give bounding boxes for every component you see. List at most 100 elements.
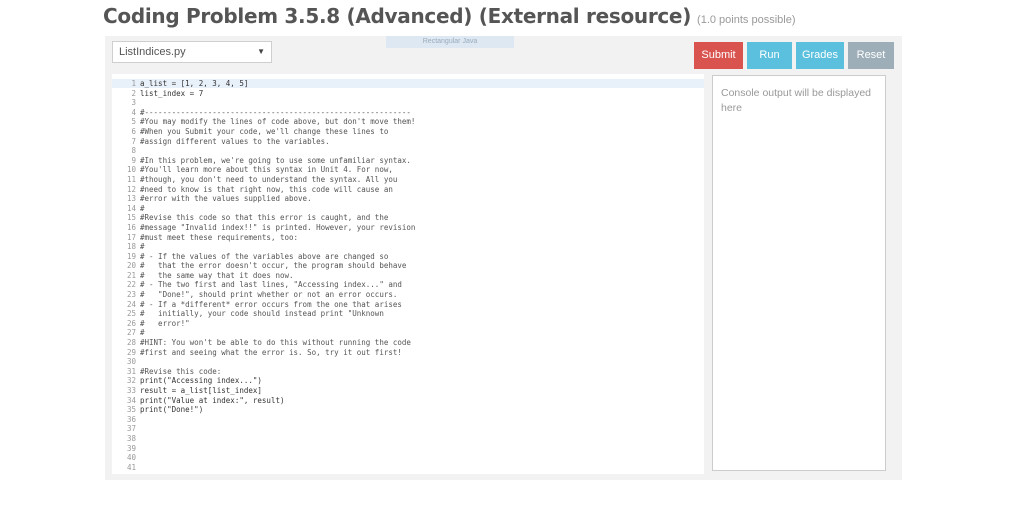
run-button[interactable]: Run bbox=[747, 42, 792, 69]
code-line[interactable]: 2 list_index = 7 bbox=[112, 89, 415, 99]
file-select-dropdown[interactable]: ListIndices.py ▼ bbox=[112, 41, 272, 63]
code-text[interactable]: #In this problem, we're going to use som… bbox=[140, 156, 411, 166]
code-line[interactable]: 39 bbox=[112, 444, 415, 454]
code-line[interactable]: 27 # bbox=[112, 328, 415, 338]
code-line[interactable]: 17 #must meet these requirements, too: bbox=[112, 233, 415, 243]
line-number: 8 bbox=[131, 146, 136, 156]
code-line[interactable]: 40 bbox=[112, 453, 415, 463]
code-line[interactable]: 32 print("Accessing index...") bbox=[112, 376, 415, 386]
code-line[interactable]: 15 #Revise this code so that this error i… bbox=[112, 213, 415, 223]
code-line[interactable]: 9 #In this problem, we're going to use so… bbox=[112, 156, 415, 166]
code-editor[interactable]: 1 a_list = [1, 2, 3, 4, 5] 2 list_index = 7… bbox=[112, 74, 704, 474]
reset-button[interactable]: Reset bbox=[848, 42, 894, 69]
code-line[interactable]: 30 bbox=[112, 357, 415, 367]
code-line[interactable]: 10 #You'll learn more about this syntax i… bbox=[112, 165, 415, 175]
code-text[interactable]: # initially, your code should instead pr… bbox=[140, 309, 384, 319]
line-number: 38 bbox=[126, 433, 136, 443]
code-line[interactable]: 6 #When you Submit your code, we'll chang… bbox=[112, 127, 415, 137]
code-text[interactable]: #need to know is that right now, this co… bbox=[140, 185, 393, 195]
line-number: 11 bbox=[126, 174, 136, 184]
code-text[interactable]: # the same way that it does now. bbox=[140, 271, 294, 281]
submit-button[interactable]: Submit bbox=[694, 42, 743, 69]
code-text[interactable]: print("Accessing index...") bbox=[140, 376, 262, 386]
code-line[interactable]: 19 # - If the values of the variables abo… bbox=[112, 252, 415, 262]
code-text[interactable]: #HINT: You won't be able to do this with… bbox=[140, 338, 411, 348]
line-number: 16 bbox=[126, 222, 136, 232]
code-text[interactable]: # "Done!", should print whether or not a… bbox=[140, 290, 397, 300]
grades-button[interactable]: Grades bbox=[796, 42, 844, 69]
code-text[interactable]: #assign different values to the variable… bbox=[140, 137, 330, 147]
code-line[interactable]: 20 # that the error doesn't occur, the pr… bbox=[112, 261, 415, 271]
line-number: 29 bbox=[126, 347, 136, 357]
code-line[interactable]: 34 print("Value at index:", result) bbox=[112, 396, 415, 406]
line-number: 24 bbox=[126, 299, 136, 309]
code-text[interactable]: #though, you don't need to understand th… bbox=[140, 175, 397, 185]
problem-title: Coding Problem 3.5.8 (Advanced) (Externa… bbox=[103, 4, 692, 28]
code-text[interactable]: # that the error doesn't occur, the prog… bbox=[140, 261, 406, 271]
code-line[interactable]: 4 #--------------------------------------… bbox=[112, 108, 415, 118]
code-line[interactable]: 37 bbox=[112, 424, 415, 434]
code-line[interactable]: 16 #message "Invalid index!!" is printed.… bbox=[112, 223, 415, 233]
code-text[interactable]: # bbox=[140, 242, 145, 252]
code-text[interactable]: # bbox=[140, 328, 145, 338]
code-text[interactable]: #Revise this code: bbox=[140, 367, 221, 377]
code-line[interactable]: 28 #HINT: You won't be able to do this wi… bbox=[112, 338, 415, 348]
code-line[interactable]: 7 #assign different values to the variabl… bbox=[112, 137, 415, 147]
code-line[interactable]: 11 #though, you don't need to understand … bbox=[112, 175, 415, 185]
code-line[interactable]: 14 # bbox=[112, 204, 415, 214]
line-number: 17 bbox=[126, 232, 136, 242]
code-line[interactable]: 31 #Revise this code: bbox=[112, 367, 415, 377]
faded-tab[interactable]: Rectangular Java bbox=[386, 36, 514, 48]
code-text[interactable]: #---------------------------------------… bbox=[140, 108, 411, 118]
code-text[interactable]: result = a_list[list_index] bbox=[140, 386, 262, 396]
code-text[interactable]: list_index = 7 bbox=[140, 89, 203, 99]
code-line[interactable]: 36 bbox=[112, 415, 415, 425]
code-line[interactable]: 25 # initially, your code should instead … bbox=[112, 309, 415, 319]
line-number: 37 bbox=[126, 424, 136, 434]
code-line[interactable]: 5 #You may modify the lines of code above… bbox=[112, 117, 415, 127]
console-placeholder: Console output will be displayed here bbox=[721, 87, 872, 114]
line-number: 41 bbox=[126, 462, 136, 472]
line-number: 7 bbox=[131, 136, 136, 146]
code-text[interactable]: # - The two first and last lines, "Acces… bbox=[140, 280, 402, 290]
code-text[interactable]: print("Value at index:", result) bbox=[140, 396, 285, 406]
code-text[interactable]: #You'll learn more about this syntax in … bbox=[140, 165, 393, 175]
code-line[interactable]: 13 #error with the values supplied above. bbox=[112, 194, 415, 204]
code-text[interactable]: # bbox=[140, 204, 145, 214]
console-output: Console output will be displayed here bbox=[712, 75, 886, 471]
code-line[interactable]: 22 # - The two first and last lines, "Acc… bbox=[112, 280, 415, 290]
code-line[interactable]: 26 # error!" bbox=[112, 319, 415, 329]
line-number: 34 bbox=[126, 395, 136, 405]
code-text[interactable]: #first and seeing what the error is. So,… bbox=[140, 348, 402, 358]
code-line[interactable]: 23 # "Done!", should print whether or not… bbox=[112, 290, 415, 300]
code-line[interactable]: 41 bbox=[112, 463, 415, 473]
code-text[interactable]: # error!" bbox=[140, 319, 190, 329]
code-text[interactable]: #must meet these requirements, too: bbox=[140, 233, 298, 243]
code-line[interactable]: 35 print("Done!") bbox=[112, 405, 415, 415]
code-text[interactable]: #When you Submit your code, we'll change… bbox=[140, 127, 388, 137]
code-text[interactable]: a_list = [1, 2, 3, 4, 5] bbox=[140, 79, 248, 89]
code-line[interactable]: 33 result = a_list[list_index] bbox=[112, 386, 415, 396]
code-line[interactable]: 29 #first and seeing what the error is. S… bbox=[112, 348, 415, 358]
chevron-down-icon: ▼ bbox=[257, 47, 265, 56]
code-line[interactable]: 21 # the same way that it does now. bbox=[112, 271, 415, 281]
code-line[interactable]: 12 #need to know is that right now, this … bbox=[112, 185, 415, 195]
line-number: 32 bbox=[126, 376, 136, 386]
line-number: 31 bbox=[126, 366, 136, 376]
code-text[interactable]: #error with the values supplied above. bbox=[140, 194, 312, 204]
code-line[interactable]: 1 a_list = [1, 2, 3, 4, 5] bbox=[112, 79, 415, 89]
code-line[interactable]: 8 bbox=[112, 146, 415, 156]
code-lines[interactable]: 1 a_list = [1, 2, 3, 4, 5] 2 list_index = 7… bbox=[112, 79, 415, 472]
code-line[interactable]: 3 bbox=[112, 98, 415, 108]
code-line[interactable]: 24 # - If a *different* error occurs from… bbox=[112, 300, 415, 310]
code-text[interactable]: # - If a *different* error occurs from t… bbox=[140, 300, 402, 310]
code-text[interactable]: # - If the values of the variables above… bbox=[140, 252, 388, 262]
code-text[interactable]: #message "Invalid index!!" is printed. H… bbox=[140, 223, 415, 233]
code-line[interactable]: 18 # bbox=[112, 242, 415, 252]
code-line[interactable]: 38 bbox=[112, 434, 415, 444]
file-select-value: ListIndices.py bbox=[119, 46, 186, 58]
line-number: 15 bbox=[126, 213, 136, 223]
code-text[interactable]: print("Done!") bbox=[140, 405, 203, 415]
code-text[interactable]: #You may modify the lines of code above,… bbox=[140, 117, 415, 127]
code-text[interactable]: #Revise this code so that this error is … bbox=[140, 213, 388, 223]
